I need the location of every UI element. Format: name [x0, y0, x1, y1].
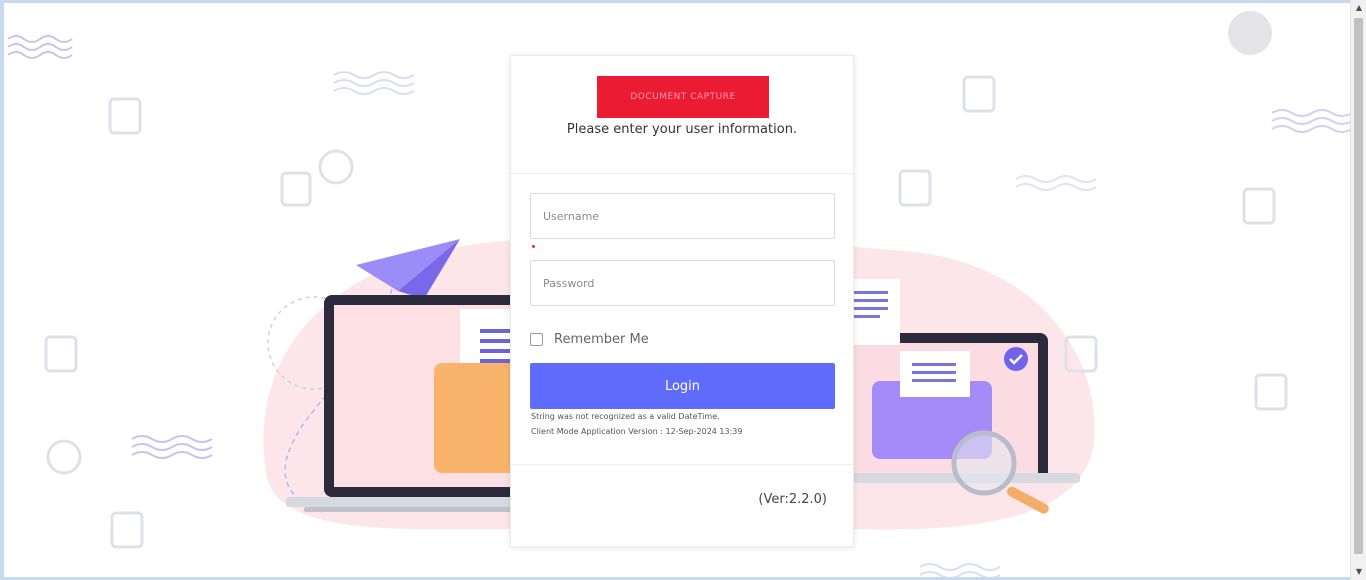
required-indicator	[532, 245, 535, 248]
scrollbar-thumb[interactable]	[1354, 18, 1363, 554]
app-version: (Ver:2.2.0)	[758, 492, 827, 507]
login-button[interactable]: Login	[530, 363, 835, 409]
wave-pattern-icon	[333, 71, 415, 95]
dot-pattern-decoration	[1228, 11, 1272, 55]
check-badge-icon	[1004, 347, 1028, 371]
divider	[511, 464, 853, 465]
client-version-text: Client Mode Application Version : 12-Sep…	[531, 427, 743, 436]
username-input[interactable]	[530, 193, 835, 239]
remember-me-label[interactable]: Remember Me	[554, 332, 649, 347]
scroll-down-arrow-icon[interactable]: ▼	[1351, 564, 1366, 580]
brand-logo: DOCUMENT CAPTURE	[597, 76, 769, 118]
ring-decoration	[318, 149, 354, 185]
remember-me-checkbox[interactable]	[530, 333, 543, 346]
wave-pattern-icon	[7, 35, 73, 59]
login-card: DOCUMENT CAPTURE Please enter your user …	[510, 55, 854, 547]
password-input[interactable]	[530, 260, 835, 306]
wave-pattern-icon	[1015, 175, 1097, 191]
divider	[511, 173, 853, 174]
scroll-up-arrow-icon[interactable]: ▲	[1351, 0, 1366, 16]
ring-decoration	[46, 439, 82, 475]
error-message: String was not recognized as a valid Dat…	[531, 412, 720, 421]
wave-pattern-icon	[1271, 109, 1350, 133]
remember-me-row[interactable]: Remember Me	[530, 332, 649, 347]
wave-pattern-icon	[131, 435, 213, 459]
login-instructions: Please enter your user information.	[566, 122, 798, 137]
login-page: DOCUMENT CAPTURE Please enter your user …	[4, 3, 1350, 577]
vertical-scrollbar[interactable]: ▲ ▼	[1350, 0, 1366, 580]
wave-pattern-icon	[919, 563, 1001, 577]
